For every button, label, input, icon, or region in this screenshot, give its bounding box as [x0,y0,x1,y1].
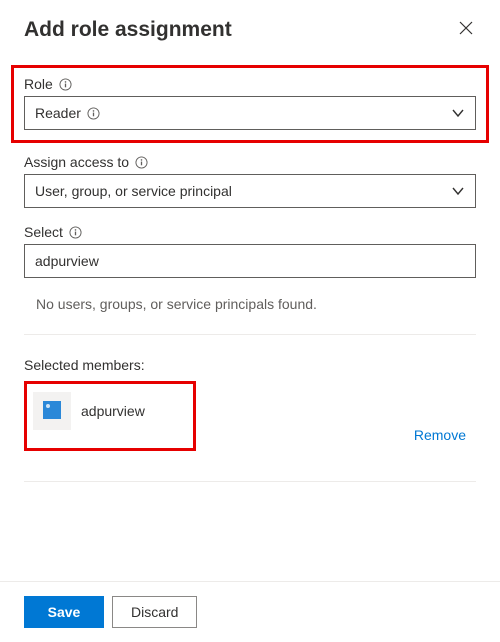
select-input-wrap [24,244,476,278]
app-icon [40,398,64,425]
search-results: No users, groups, or service principals … [24,296,476,335]
assign-label: Assign access to [24,154,129,170]
member-avatar [33,392,71,430]
divider [24,481,476,482]
discard-button[interactable]: Discard [112,596,197,628]
panel-header: Add role assignment [24,18,476,42]
assign-field: Assign access to User, group, or service… [24,154,476,208]
select-label-row: Select [24,224,476,240]
role-label-row: Role [24,76,476,92]
select-input[interactable] [35,253,465,269]
assign-select-value: User, group, or service principal [35,183,232,199]
results-empty-text: No users, groups, or service principals … [36,296,317,312]
info-icon[interactable] [87,107,100,120]
select-field: Select [24,224,476,278]
save-button[interactable]: Save [24,596,104,628]
chevron-down-icon [451,106,465,120]
chevron-down-icon [451,184,465,198]
close-icon [458,24,474,39]
remove-member-button[interactable]: Remove [408,426,472,444]
footer: Save Discard [0,581,500,642]
panel-title: Add role assignment [24,18,232,42]
role-label: Role [24,76,53,92]
member-name: adpurview [81,403,145,419]
selected-member-highlight: adpurview [24,381,196,451]
info-icon[interactable] [59,78,72,91]
role-select[interactable]: Reader [24,96,476,130]
close-button[interactable] [456,18,476,38]
role-select-value: Reader [35,105,81,121]
assign-select[interactable]: User, group, or service principal [24,174,476,208]
select-label: Select [24,224,63,240]
selected-members-label: Selected members: [24,357,476,373]
info-icon[interactable] [135,156,148,169]
role-field: Role Reader [16,70,484,138]
info-icon[interactable] [69,226,82,239]
selected-member-row: adpurview [33,392,187,430]
assign-label-row: Assign access to [24,154,476,170]
